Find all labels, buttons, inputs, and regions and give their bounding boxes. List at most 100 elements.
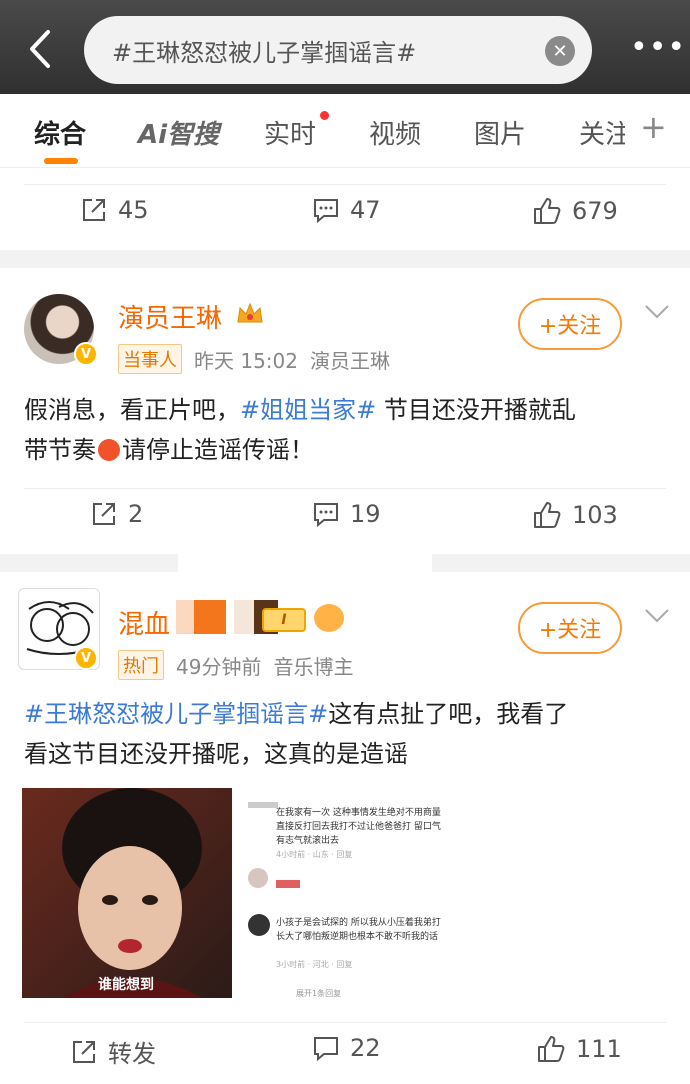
add-tab-icon[interactable]: + [640, 108, 667, 146]
comment-count: 22 [350, 1034, 381, 1062]
author-name[interactable]: 混血 [118, 604, 170, 641]
like-icon [534, 198, 561, 224]
repost-button[interactable]: 45 [80, 196, 149, 224]
avatar [248, 868, 268, 888]
pufferfish-icon [314, 604, 344, 632]
repost-count: 45 [118, 196, 149, 224]
app-logo [248, 802, 278, 808]
section-separator [0, 250, 690, 268]
comment-icon [314, 1037, 338, 1062]
notification-dot [320, 111, 329, 120]
screenshot-text-line: 4小时前 · 山东 · 回复 [276, 850, 353, 859]
topic-link[interactable]: #王琳怒怼被儿子掌掴谣言# [24, 700, 328, 728]
repost-icon [73, 1040, 95, 1063]
comment-count: 19 [350, 500, 381, 528]
post-text-segment: 带节奏 [24, 436, 96, 464]
post-source: 演员王琳 [310, 348, 390, 373]
active-tab-indicator [44, 158, 78, 164]
post-source: 音乐博主 [273, 654, 354, 679]
repost-button[interactable]: 2 [90, 500, 143, 528]
redacted-block [234, 600, 254, 634]
comment-count: 47 [350, 196, 381, 224]
chevron-down-icon[interactable] [644, 608, 670, 624]
crown-icon [237, 302, 263, 323]
chevron-down-icon[interactable] [644, 304, 670, 320]
divider [24, 184, 666, 185]
like-icon [534, 502, 561, 528]
follow-button[interactable]: +关注 [518, 298, 622, 350]
avatar [248, 914, 270, 936]
post-text-segment: 这有点扯了吧，我看了 [328, 700, 569, 728]
comment-button[interactable]: 22 [312, 1034, 381, 1062]
post-meta: 热门 49分钟前 音乐博主 [118, 650, 353, 680]
screenshot-text-line: 直接反打回去我打不过让他爸爸打 留口气 [276, 822, 441, 832]
comment-icon [314, 503, 338, 528]
post-time: 49分钟前 [176, 654, 262, 679]
post-time: 昨天 15:02 [194, 348, 298, 373]
redacted-block [194, 600, 226, 634]
post-meta: 当事人 昨天 15:02 演员王琳 [118, 344, 390, 374]
post-text: #王琳怒怼被儿子掌掴谣言#这有点扯了吧，我看了 看这节目还没开播呢，这真的是造谣 [24, 694, 666, 774]
post-actions: 45 47 679 [0, 186, 690, 246]
like-button[interactable]: 679 [532, 196, 618, 226]
like-count: 111 [576, 1035, 622, 1063]
like-count: 679 [572, 197, 618, 225]
repost-icon [93, 503, 115, 525]
comment-button[interactable]: 47 [312, 196, 381, 224]
comment-icon [314, 199, 338, 224]
tab-bar: 综合 Ai智搜 实时 视频 图片 关注 + [0, 94, 690, 168]
clear-search-icon[interactable]: ✕ [545, 36, 575, 66]
screenshot-text-line: 长大了哪怕叛逆期也根本不敢不听我的话 [276, 932, 439, 942]
like-button[interactable]: 111 [536, 1034, 622, 1064]
screenshot-text-line: 有志气就滚出去 [276, 836, 340, 846]
level-badge-icon: I [262, 608, 306, 632]
screenshot-text-line: 3小时前 · 河北 · 回复 [276, 960, 353, 969]
hot-tag: 热门 [118, 650, 164, 680]
screenshot-text-line: 在我家有一次 这种事情发生绝对不用商量 [276, 808, 441, 818]
emoji-icon [276, 880, 300, 888]
post-image-2[interactable]: 在我家有一次 这种事情发生绝对不用商量 直接反打回去我打不过让他爸爸打 留口气 … [240, 788, 450, 998]
repost-count: 2 [128, 500, 144, 528]
back-arrow-icon[interactable] [26, 28, 56, 70]
loading-strip [178, 548, 432, 574]
like-count: 103 [572, 501, 618, 529]
screenshot-comment: 小孩子是会试探的 所以我从小压着我弟打 长大了哪怕叛逆期也根本不敢不听我的话 3… [276, 916, 448, 972]
woman-portrait-illustration [62, 788, 202, 998]
verified-badge-icon: V [74, 646, 98, 670]
screenshot-text-line: 小孩子是会试探的 所以我从小压着我弟打 [276, 918, 441, 928]
tab-following[interactable]: 关注 [579, 114, 625, 151]
like-button[interactable]: 103 [532, 500, 618, 530]
tab-realtime[interactable]: 实时 [264, 114, 316, 151]
post-text-segment: 假消息，看正片吧， [24, 396, 240, 424]
search-query-text: #王琳怒怼被儿子掌掴谣言# [112, 38, 417, 67]
comment-button[interactable]: 19 [312, 500, 381, 528]
more-options-icon[interactable]: ••• [630, 33, 686, 63]
repost-label: 转发 [108, 1040, 156, 1068]
post-text-segment: 看这节目还没开播呢，这真的是造谣 [24, 740, 408, 768]
post-text-segment: 节目还没开播就乱 [376, 396, 576, 424]
redacted-block [176, 600, 194, 634]
image-caption: 谁能想到 [98, 977, 154, 993]
follow-button[interactable]: +关注 [518, 602, 622, 654]
tab-comprehensive[interactable]: 综合 [34, 114, 86, 151]
post-image-1[interactable]: 谁能想到 [22, 788, 232, 998]
repost-icon [83, 199, 105, 221]
author-name[interactable]: 演员王琳 [118, 298, 222, 335]
search-input[interactable]: #王琳怒怼被儿子掌掴谣言# [84, 16, 592, 84]
screenshot-comment: 在我家有一次 这种事情发生绝对不用商量 直接反打回去我打不过让他爸爸打 留口气 … [276, 806, 448, 862]
angry-emoji-icon [98, 439, 120, 461]
topic-link[interactable]: #姐姐当家# [240, 396, 376, 424]
like-icon [538, 1036, 565, 1062]
tab-video[interactable]: 视频 [369, 114, 421, 151]
tab-images[interactable]: 图片 [474, 114, 526, 151]
divider [24, 1022, 666, 1023]
role-tag: 当事人 [118, 344, 182, 374]
verified-badge-icon: V [74, 342, 98, 366]
post-actions: 2 19 103 [0, 490, 690, 550]
post-actions: 转发 22 111 [0, 1024, 690, 1084]
tab-ai-search[interactable]: Ai智搜 [138, 114, 219, 151]
top-bar: #王琳怒怼被儿子掌掴谣言# ✕ ••• [0, 0, 690, 94]
post-text-segment: 请停止造谣传谣！ [122, 436, 314, 464]
divider [24, 488, 666, 489]
repost-button[interactable]: 转发 [70, 1034, 156, 1069]
